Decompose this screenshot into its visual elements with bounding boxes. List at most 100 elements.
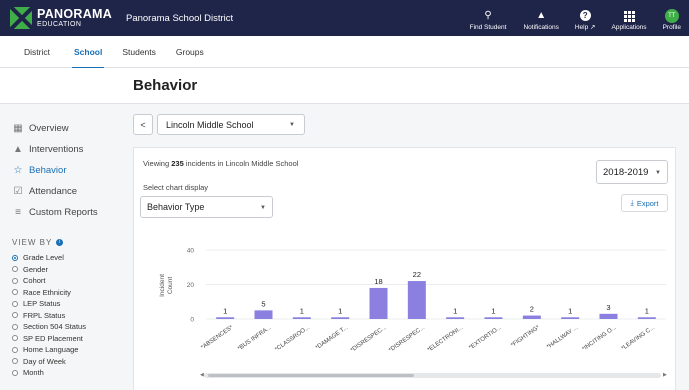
star-icon: ☆ <box>13 165 23 176</box>
radio-button[interactable] <box>12 300 18 307</box>
bar <box>254 310 273 319</box>
profile-button[interactable]: TT Profile <box>663 9 681 31</box>
view-by-option[interactable]: Month <box>0 367 124 379</box>
radio-button[interactable] <box>12 346 18 353</box>
radio-button[interactable] <box>12 323 18 330</box>
x-tick-label: *BUS INFRA... <box>237 325 273 353</box>
tab-groups[interactable]: Groups <box>166 36 214 68</box>
x-tick-label: *ELECTRONI... <box>427 325 465 354</box>
sidebar-item-behavior[interactable]: ☆ Behavior <box>0 160 124 181</box>
view-by-option-label: Home Language <box>23 345 79 355</box>
page-header: Behavior <box>0 68 689 104</box>
view-by-option[interactable]: FRPL Status <box>0 310 124 322</box>
view-by-option-label: LEP Status <box>23 299 61 309</box>
chart-scrollbar[interactable] <box>204 373 661 378</box>
sidebar-item-interventions[interactable]: ▲ Interventions <box>0 139 124 160</box>
view-by-option[interactable]: Gender <box>0 264 124 276</box>
radio-button[interactable] <box>12 289 18 296</box>
sidebar: ▦ Overview ▲ Interventions ☆ Behavior ☑ … <box>0 104 124 390</box>
data-label: 1 <box>223 306 227 315</box>
bar <box>599 313 618 319</box>
view-by-label: VIEW BY <box>12 237 53 247</box>
help-button[interactable]: ? Help ↗ <box>575 10 596 31</box>
search-icon: ⚲ <box>484 10 492 21</box>
find-student-label: Find Student <box>469 24 507 31</box>
radio-button[interactable] <box>12 266 18 273</box>
tab-students[interactable]: Students <box>112 36 166 68</box>
behavior-bar-chart: 0 20 40 IncidentCount 1 *ABSENCES* 5 *BUS INFRA… <box>159 248 666 354</box>
x-tick-label: *EXTORTIO... <box>468 325 503 352</box>
data-label: 1 <box>338 306 342 315</box>
view-by-option-label: FRPL Status <box>23 310 66 320</box>
panorama-logo[interactable]: PANORAMA EDUCATION <box>0 0 118 36</box>
sidebar-item-attendance[interactable]: ☑ Attendance <box>0 181 124 202</box>
view-by-option[interactable]: Home Language <box>0 344 124 356</box>
data-label: 1 <box>300 306 304 315</box>
applications-button[interactable]: Applications <box>612 11 647 31</box>
radio-button[interactable] <box>12 312 18 319</box>
reports-icon: ≡ <box>15 207 21 218</box>
info-icon[interactable]: i <box>56 238 64 246</box>
view-by-option[interactable]: Cohort <box>0 275 124 287</box>
x-tick-label: *ABSENCES* <box>200 324 235 351</box>
notifications-button[interactable]: ▲ Notifications <box>523 10 558 31</box>
school-select-value: Lincoln Middle School <box>166 119 254 130</box>
radio-button[interactable] <box>12 277 18 284</box>
view-by-option-label: Cohort <box>23 276 46 286</box>
sidebar-item-label: Custom Reports <box>29 207 98 218</box>
sidebar-item-label: Behavior <box>29 165 67 176</box>
overview-icon: ▦ <box>13 123 23 134</box>
logo-mark-icon <box>10 7 32 29</box>
avatar: TT <box>664 9 679 23</box>
profile-label: Profile <box>662 24 681 31</box>
x-tick-label: *FIGHTING* <box>510 324 541 348</box>
data-label: 1 <box>645 306 649 315</box>
logo-subtext: EDUCATION <box>37 21 82 29</box>
scrollbar-thumb[interactable] <box>208 374 414 377</box>
help-label: Help <box>574 24 589 31</box>
sidebar-item-custom-reports[interactable]: ≡ Custom Reports <box>0 202 124 223</box>
view-by-option[interactable]: Race Ethnicity <box>0 287 124 299</box>
view-by-option-label: SP ED Placement <box>23 333 83 343</box>
view-by-option[interactable]: SP ED Placement <box>0 333 124 345</box>
radio-button[interactable] <box>12 358 18 365</box>
bar <box>292 317 311 319</box>
top-bar: PANORAMA EDUCATION Panorama School Distr… <box>0 0 689 36</box>
y-axis-label: IncidentCount <box>159 274 174 297</box>
district-name: Panorama School District <box>126 12 234 24</box>
chevron-down-icon: ▼ <box>289 122 295 128</box>
radio-button[interactable] <box>12 254 18 261</box>
tab-district[interactable]: District <box>14 36 60 68</box>
page-title: Behavior <box>133 77 198 94</box>
y-tick-label: 40 <box>187 248 195 255</box>
scroll-right-icon[interactable]: ▶ <box>663 372 667 378</box>
x-tick-label: *DAMAGE T... <box>315 325 350 352</box>
interventions-icon: ▲ <box>13 144 23 155</box>
view-by-option-label: Section 504 Status <box>23 322 86 332</box>
grid-icon <box>623 11 635 22</box>
tab-school[interactable]: School <box>64 36 112 69</box>
external-link-icon: ↗ <box>590 24 596 31</box>
back-button[interactable]: < <box>133 114 153 135</box>
view-by-option[interactable]: Grade Level <box>0 252 124 264</box>
checkbox-icon: ☑ <box>13 186 23 197</box>
logo-text: PANORAMA <box>37 6 113 21</box>
view-by-option[interactable]: Day of Week <box>0 356 124 368</box>
view-by-option[interactable]: Section 504 Status <box>0 321 124 333</box>
bar <box>637 317 656 319</box>
view-by-options: Grade Level Gender Cohort Race Ethnicity LEP… <box>0 252 124 379</box>
school-select[interactable]: Lincoln Middle School ▼ <box>157 114 305 135</box>
radio-button[interactable] <box>12 369 18 376</box>
view-by-heading: VIEW BY i <box>0 235 124 249</box>
x-tick-label: *DISRESPEC... <box>388 325 426 354</box>
find-student-button[interactable]: ⚲ Find Student <box>470 10 507 31</box>
data-label: 3 <box>606 303 610 312</box>
bar <box>522 315 541 319</box>
bar <box>331 317 350 319</box>
view-by-option[interactable]: LEP Status <box>0 298 124 310</box>
sidebar-item-overview[interactable]: ▦ Overview <box>0 118 124 139</box>
radio-button[interactable] <box>12 335 18 342</box>
data-label: 1 <box>491 306 495 315</box>
x-tick-label: *LEAVING C... <box>621 325 657 352</box>
x-tick-label: *DISRESPEC... <box>350 325 388 354</box>
